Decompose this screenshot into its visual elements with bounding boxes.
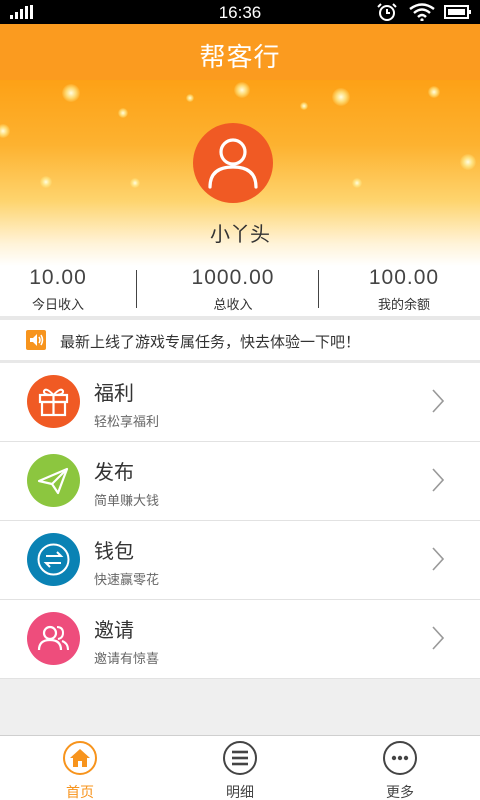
- menu-subtitle: 轻松享福利: [94, 415, 160, 430]
- notice-bar[interactable]: 最新上线了游戏专属任务，快去体验一下吧！: [0, 320, 480, 360]
- income-stats: 10.00 今日收入 1000.00 总收入 100.00 我的余额: [0, 266, 480, 316]
- user-avatar[interactable]: [193, 123, 273, 203]
- stat-today-income[interactable]: 10.00 今日收入: [0, 266, 138, 313]
- list-icon: [223, 741, 257, 775]
- home-icon: [63, 741, 97, 775]
- sparkle: [460, 154, 476, 170]
- user-icon: [208, 138, 258, 189]
- sparkle: [130, 178, 140, 188]
- status-bar: 16:36: [0, 0, 480, 24]
- sparkle: [0, 124, 10, 138]
- status-icons: [376, 3, 472, 25]
- menu-icon-bg: [27, 454, 80, 507]
- exchange-icon: [37, 543, 70, 576]
- tab-label: 明细: [226, 785, 254, 800]
- alarm-icon: [377, 3, 397, 21]
- stat-value: 1000.00: [191, 266, 275, 289]
- chevron-right-icon: [432, 468, 444, 492]
- chevron-right-icon: [432, 547, 444, 571]
- tab-more[interactable]: 更多: [320, 740, 480, 800]
- wifi-icon: [409, 3, 435, 22]
- menu-item-welfare[interactable]: 福利 轻松享福利: [0, 363, 480, 442]
- tab-home[interactable]: 首页: [0, 740, 160, 800]
- menu-title: 福利: [94, 381, 134, 405]
- sparkle: [234, 82, 250, 98]
- menu-title: 邀请: [94, 618, 134, 642]
- sparkle: [300, 102, 308, 110]
- sparkle: [40, 176, 52, 188]
- menu-title: 发布: [94, 460, 134, 484]
- menu-icon-bg: [27, 375, 80, 428]
- app-title: 帮客行: [199, 43, 281, 73]
- divider: [318, 270, 319, 308]
- gift-icon: [38, 388, 69, 417]
- stat-label: 我的余额: [377, 298, 430, 313]
- stat-balance[interactable]: 100.00 我的余额: [324, 266, 480, 313]
- menu-title: 钱包: [94, 539, 134, 563]
- tab-details[interactable]: 明细: [160, 740, 320, 800]
- tab-label: 首页: [66, 785, 94, 800]
- sparkle: [62, 84, 80, 102]
- sparkle: [332, 88, 350, 106]
- menu-icon-bg: [27, 533, 80, 586]
- more-icon: [383, 741, 417, 775]
- menu-item-invite[interactable]: 邀请 邀请有惊喜: [0, 600, 480, 679]
- paper-plane-icon: [37, 467, 69, 495]
- bottom-tab-bar: 首页 明细 更多: [0, 735, 480, 800]
- sparkle: [428, 86, 440, 98]
- stat-total-income[interactable]: 1000.00 总收入: [153, 266, 313, 313]
- divider: [136, 270, 137, 308]
- sparkle: [352, 178, 362, 188]
- menu-item-publish[interactable]: 发布 简单赚大钱: [0, 442, 480, 521]
- chevron-right-icon: [432, 626, 444, 650]
- menu-subtitle: 快速赢零花: [94, 573, 160, 588]
- stat-value: 10.00: [29, 266, 87, 289]
- stat-label: 今日收入: [31, 298, 84, 313]
- menu-subtitle: 简单赚大钱: [94, 494, 160, 509]
- menu-item-wallet[interactable]: 钱包 快速赢零花: [0, 521, 480, 600]
- menu-subtitle: 邀请有惊喜: [94, 652, 160, 667]
- speaker-icon: [26, 330, 46, 350]
- stat-label: 总收入: [213, 298, 253, 313]
- notice-text: 最新上线了游戏专属任务，快去体验一下吧！: [60, 333, 361, 351]
- chevron-right-icon: [432, 389, 444, 413]
- stat-value: 100.00: [368, 266, 440, 289]
- feature-menu: 福利 轻松享福利 发布 简单赚大钱 钱包 快速赢零花 邀请 邀请有惊喜: [0, 363, 480, 679]
- menu-icon-bg: [27, 612, 80, 665]
- user-name: 小丫头: [210, 222, 270, 246]
- app-header: 帮客行: [0, 24, 480, 80]
- tab-label: 更多: [386, 785, 414, 800]
- users-icon: [37, 625, 69, 651]
- sparkle: [186, 94, 194, 102]
- profile-banner: 小丫头: [0, 80, 480, 266]
- sparkle: [118, 108, 128, 118]
- battery-icon: [444, 5, 471, 19]
